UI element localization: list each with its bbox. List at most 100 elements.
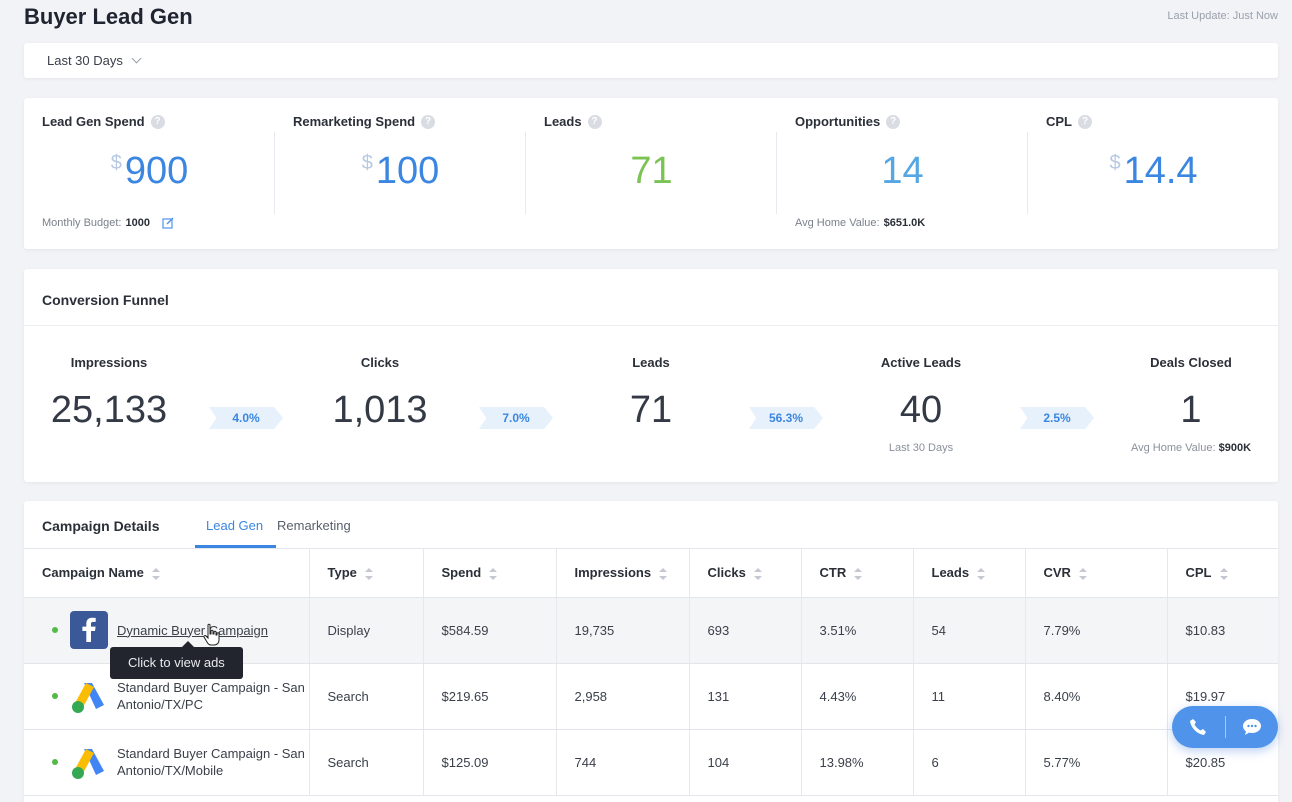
sort-icon[interactable] (1219, 567, 1228, 580)
table-header-row: Campaign Name Type Spend Impressions Cli… (24, 549, 1278, 598)
kpi-leads: Leads? 71 (526, 98, 777, 249)
budget-label: Monthly Budget: (42, 217, 122, 229)
stage-label: Active Leads (880, 355, 962, 370)
status-dot (52, 693, 58, 699)
call-button[interactable] (1172, 706, 1225, 748)
help-icon[interactable]: ? (1078, 114, 1092, 129)
campaign-details-title: Campaign Details (42, 518, 160, 534)
currency-symbol: $ (361, 152, 373, 174)
divider (24, 325, 1278, 326)
facebook-icon (70, 611, 108, 649)
avg-home-value-number: $651.0K (883, 217, 926, 229)
tab-lead-gen[interactable]: Lead Gen (206, 518, 263, 533)
phone-icon (1190, 719, 1207, 735)
chat-button[interactable] (1225, 706, 1278, 748)
stage-active-leads: Active Leads 40 Last 30 Days (826, 355, 1016, 454)
help-icon[interactable]: ? (150, 114, 165, 129)
campaign-link[interactable]: Dynamic Buyer Campaign (117, 622, 268, 639)
column-label: Type (327, 565, 357, 581)
sort-icon[interactable] (151, 567, 160, 580)
kpi-label: Leads (544, 114, 582, 129)
hand-cursor-icon (203, 623, 220, 646)
column-label: CPL (1185, 565, 1212, 581)
clicks-cell: 104 (689, 729, 802, 796)
kpi-label: Remarketing Spend (293, 114, 416, 129)
stage-label: Impressions (70, 355, 148, 370)
avg-home-value: Avg Home Value: $651.0K (795, 217, 925, 229)
type-cell: Search (309, 729, 424, 796)
help-icon[interactable]: ? (886, 114, 901, 129)
col-type[interactable]: Type (309, 549, 424, 598)
kpi-remarketing-spend: Remarketing Spend? $100 (275, 98, 526, 249)
view-ads-tooltip: Click to view ads (110, 641, 243, 679)
stage-value: 71 (629, 389, 673, 431)
chevron-down-icon (131, 53, 142, 64)
impressions-cell: 19,735 (556, 597, 690, 664)
help-icon[interactable]: ? (587, 114, 602, 129)
table-row[interactable]: Standard Buyer Campaign - San Antonio/TX… (24, 729, 1278, 796)
column-label: Clicks (707, 565, 746, 581)
last-update: Last Update: Just Now (1167, 10, 1278, 22)
col-clicks[interactable]: Clicks (689, 549, 802, 598)
sort-icon[interactable] (364, 567, 373, 580)
kpi-label: Opportunities (795, 114, 881, 129)
col-cpl[interactable]: CPL (1167, 549, 1278, 598)
filter-bar: Last 30 Days (24, 43, 1278, 78)
clicks-cell: 131 (689, 663, 802, 730)
sort-icon[interactable] (854, 567, 863, 580)
cvr-cell: 7.79% (1025, 597, 1168, 664)
rate-arrow: 7.0% (479, 407, 553, 429)
contact-widget (1172, 706, 1278, 748)
sort-icon[interactable] (753, 567, 762, 580)
column-label: CVR (1043, 565, 1071, 581)
stage-label: Leads (632, 355, 670, 370)
col-cvr[interactable]: CVR (1025, 549, 1168, 598)
impressions-cell: 2,958 (556, 663, 690, 730)
kpi-value: $900 (24, 150, 275, 193)
column-label: Impressions (574, 565, 652, 581)
sort-icon[interactable] (659, 567, 668, 580)
avg-home-value-number: $900K (1218, 442, 1252, 454)
help-icon[interactable]: ? (421, 114, 436, 129)
sort-icon[interactable] (1078, 567, 1087, 580)
sort-icon[interactable] (977, 567, 986, 580)
spend-cell: $584.59 (423, 597, 557, 664)
date-range-dropdown[interactable]: Last 30 Days (47, 53, 142, 68)
sort-icon[interactable] (489, 567, 498, 580)
kpi-number: 900 (124, 150, 189, 192)
campaign-link[interactable]: Standard Buyer Campaign - San Antonio/TX… (117, 679, 309, 713)
ctr-cell: 4.43% (801, 663, 914, 730)
stage-value: 40 (899, 389, 943, 431)
column-label: Leads (931, 565, 970, 581)
kpi-value: 14 (777, 150, 1028, 193)
avg-home-label: Avg Home Value: (1130, 442, 1216, 454)
chat-icon (1242, 719, 1261, 735)
kpi-number: 14.4 (1123, 150, 1198, 192)
currency-symbol: $ (1109, 152, 1121, 174)
edit-icon[interactable] (162, 217, 174, 229)
col-spend[interactable]: Spend (423, 549, 557, 598)
tab-remarketing[interactable]: Remarketing (277, 518, 351, 533)
stage-label: Clicks (360, 355, 400, 370)
rate-arrow: 56.3% (749, 407, 823, 429)
kpi-value: $100 (275, 150, 526, 193)
date-range-label: Last 30 Days (47, 53, 123, 68)
kpi-lead-gen-spend: Lead Gen Spend? $900 Monthly Budget: 100… (24, 98, 275, 249)
rate-arrow: 4.0% (209, 407, 283, 429)
currency-symbol: $ (110, 152, 122, 174)
type-cell: Display (309, 597, 424, 664)
avg-home-label: Avg Home Value: (795, 217, 880, 229)
kpi-opportunities: Opportunities? 14 Avg Home Value: $651.0… (777, 98, 1028, 249)
kpi-value: 71 (526, 150, 777, 193)
stage-label: Deals Closed (1150, 355, 1232, 370)
col-ctr[interactable]: CTR (801, 549, 914, 598)
funnel-title: Conversion Funnel (42, 292, 169, 308)
col-campaign-name[interactable]: Campaign Name (24, 549, 310, 598)
col-leads[interactable]: Leads (913, 549, 1026, 598)
spend-cell: $219.65 (423, 663, 557, 730)
campaign-link[interactable]: Standard Buyer Campaign - San Antonio/TX… (117, 745, 309, 779)
google-ads-icon (72, 683, 104, 713)
col-impressions[interactable]: Impressions (556, 549, 690, 598)
google-ads-icon (72, 749, 104, 779)
cpl-cell: $10.83 (1167, 597, 1278, 664)
